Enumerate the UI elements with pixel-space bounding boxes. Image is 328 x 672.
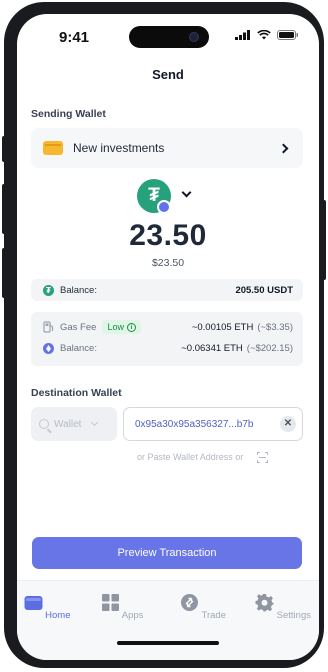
chevron-down-icon[interactable] — [181, 187, 192, 198]
destination-address-value: 0x95a30x95a356327...b7b — [135, 418, 254, 430]
balance-value: 205.50 USDT — [235, 284, 293, 296]
status-icons — [235, 30, 299, 40]
wallet-folder-icon — [43, 141, 63, 155]
eth-balance-label: Balance: — [60, 343, 97, 354]
app-screen: 9:41 Send Sending Wallet New investments… — [17, 14, 319, 660]
clear-address-button[interactable]: ✕ — [280, 416, 296, 432]
paste-address-hint: or Paste Wallet Address or — [137, 450, 303, 464]
tab-trade[interactable]: Trade — [173, 593, 233, 621]
tab-bar: Home Apps Trade Settings — [17, 580, 319, 660]
token-selector[interactable]: ₮ — [17, 178, 319, 214]
tab-apps[interactable]: Apps — [92, 593, 152, 621]
destination-address-input[interactable]: 0x95a30x95a356327...b7b ✕ — [123, 407, 303, 441]
destination-row: Wallet 0x95a30x95a356327...b7b ✕ — [31, 407, 303, 441]
info-icon[interactable]: i — [126, 322, 136, 332]
gas-fee-value: ~0.00105 ETH — [191, 321, 254, 333]
search-icon — [39, 419, 49, 429]
gear-icon — [255, 594, 274, 612]
sending-wallet-label: Sending Wallet — [31, 108, 106, 120]
wifi-icon — [257, 30, 271, 40]
tab-settings-label: Settings — [276, 610, 311, 621]
send-amount[interactable]: 23.50 — [17, 219, 319, 253]
send-amount-usd: $23.50 — [151, 257, 185, 269]
fee-summary: Gas Fee Low i ~0.00105 ETH (~$3.35) Bala… — [31, 312, 303, 366]
wallet-icon — [24, 596, 42, 610]
gas-level-text: Low — [107, 322, 124, 332]
preview-transaction-button[interactable]: Preview Transaction — [32, 537, 302, 569]
gas-fee-label: Gas Fee — [60, 321, 97, 333]
destination-wallet-label: Destination Wallet — [31, 387, 122, 399]
eth-balance-usd: (~$202.15) — [246, 343, 293, 354]
trade-icon — [181, 594, 199, 611]
tab-settings[interactable]: Settings — [253, 593, 313, 621]
sending-wallet-selector[interactable]: New investments — [31, 128, 303, 168]
ethereum-network-badge-icon — [157, 200, 171, 214]
grid-icon — [101, 594, 119, 611]
home-indicator — [117, 641, 219, 645]
tether-mini-icon: ₮ — [43, 284, 54, 296]
balance-label: Balance: — [60, 284, 97, 296]
gas-fee-usd: (~$3.35) — [257, 321, 293, 333]
tab-apps-label: Apps — [121, 610, 144, 621]
qr-scan-icon[interactable] — [257, 451, 269, 463]
eth-balance-value: ~0.06341 ETH — [181, 343, 243, 354]
chevron-right-icon — [278, 143, 289, 153]
wallet-dropdown[interactable]: Wallet — [31, 407, 117, 441]
camera-icon — [189, 32, 199, 42]
battery-icon — [277, 30, 298, 40]
phone-frame: 9:41 Send Sending Wallet New investments… — [4, 2, 324, 668]
token-balance-row: ₮ Balance: 205.50 USDT — [31, 279, 303, 301]
gas-fee-row: Gas Fee Low i ~0.00105 ETH (~$3.35) — [43, 320, 293, 334]
paste-hint-text: or Paste Wallet Address or — [137, 452, 244, 462]
page-title: Send — [152, 67, 184, 82]
tab-home-label: Home — [45, 610, 71, 621]
wallet-dropdown-placeholder: Wallet — [54, 418, 82, 430]
ethereum-icon — [43, 343, 54, 354]
status-time: 9:41 — [59, 29, 90, 46]
signal-icon — [235, 30, 250, 40]
tab-trade-label: Trade — [201, 610, 226, 621]
dynamic-island — [129, 26, 209, 48]
eth-balance-row: Balance: ~0.06341 ETH (~$202.15) — [43, 343, 293, 354]
sending-wallet-name: New investments — [73, 141, 165, 155]
gas-pump-icon — [43, 321, 54, 333]
status-bar: 9:41 — [17, 14, 319, 58]
tab-home[interactable]: Home — [17, 593, 77, 621]
gas-level-badge[interactable]: Low i — [102, 320, 141, 334]
chevron-down-icon — [91, 418, 99, 427]
